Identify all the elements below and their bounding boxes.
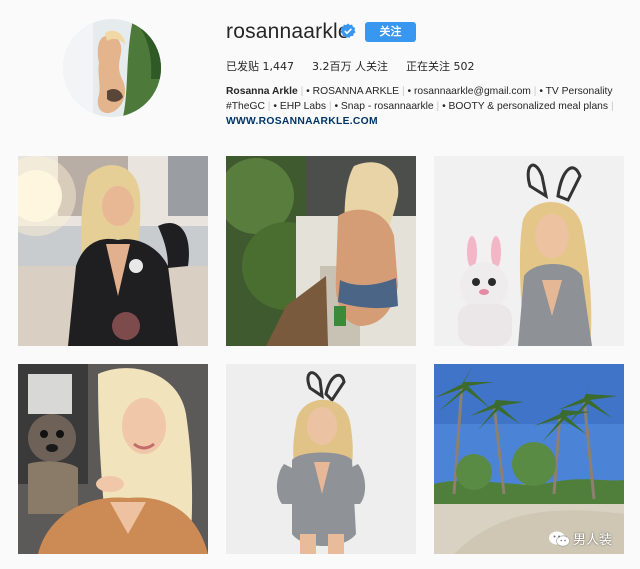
profile-bio: Rosanna Arkle | • ROSANNA ARKLE | • rosa… [226, 84, 636, 114]
post-thumbnail[interactable] [18, 364, 208, 554]
post-thumbnail[interactable] [226, 156, 416, 346]
profile-website-link[interactable]: WWW.ROSANNAARKLE.COM [226, 116, 378, 127]
post-thumbnail[interactable] [226, 364, 416, 554]
followers-label: 人关注 [355, 60, 388, 73]
bio-separator: | [533, 86, 537, 97]
bio-item: • EHP Labs [273, 101, 327, 112]
following-count: 502 [453, 60, 475, 73]
bio-separator: | [300, 86, 304, 97]
post-image [434, 364, 624, 554]
avatar-image [63, 19, 161, 117]
bio-separator: | [267, 101, 271, 112]
post-thumbnail[interactable] [18, 156, 208, 346]
following-stat[interactable]: 正在关注 502 [406, 58, 475, 74]
bio-separator: | [610, 101, 614, 112]
post-image [226, 156, 416, 346]
bio-item: • TV Personality [539, 86, 613, 97]
posts-label: 已发贴 [226, 60, 259, 73]
bio-item: • ROSANNA ARKLE [306, 86, 400, 97]
wechat-icon [549, 531, 570, 547]
follow-button[interactable]: 关注 [365, 22, 416, 42]
following-label: 正在关注 [406, 60, 450, 73]
bio-hashtag: #TheGC [226, 101, 265, 112]
profile-avatar[interactable] [63, 19, 161, 117]
bio-item: • BOOTY & personalized meal plans [442, 101, 609, 112]
posts-stat: 已发贴 1,447 [226, 58, 294, 74]
bio-separator: | [328, 101, 332, 112]
bio-email: • rosannaarkle@gmail.com [407, 86, 531, 97]
post-image [434, 156, 624, 346]
post-image [18, 364, 208, 554]
post-image [226, 364, 416, 554]
followers-count: 3.2百万 [312, 60, 352, 73]
post-image [18, 156, 208, 346]
bio-full-name: Rosanna Arkle [226, 86, 298, 97]
post-thumbnail[interactable] [434, 156, 624, 346]
profile-username: rosannaarkle [226, 20, 350, 43]
followers-stat[interactable]: 3.2百万 人关注 [312, 58, 388, 74]
bio-item: • Snap - rosannaarkle [334, 101, 434, 112]
bio-line-2: #TheGC | • EHP Labs | • Snap - rosannaar… [226, 99, 636, 114]
bio-separator: | [436, 101, 440, 112]
post-thumbnail[interactable] [434, 364, 624, 554]
verified-badge-icon [340, 23, 356, 38]
posts-count: 1,447 [262, 60, 295, 73]
profile-header: rosannaarkle 关注 已发贴 1,447 3.2百万 人关注 正在关注… [0, 0, 640, 150]
watermark-text: 男人装 [573, 533, 613, 548]
bio-line-1: Rosanna Arkle | • ROSANNA ARKLE | • rosa… [226, 84, 636, 99]
bio-separator: | [401, 86, 405, 97]
